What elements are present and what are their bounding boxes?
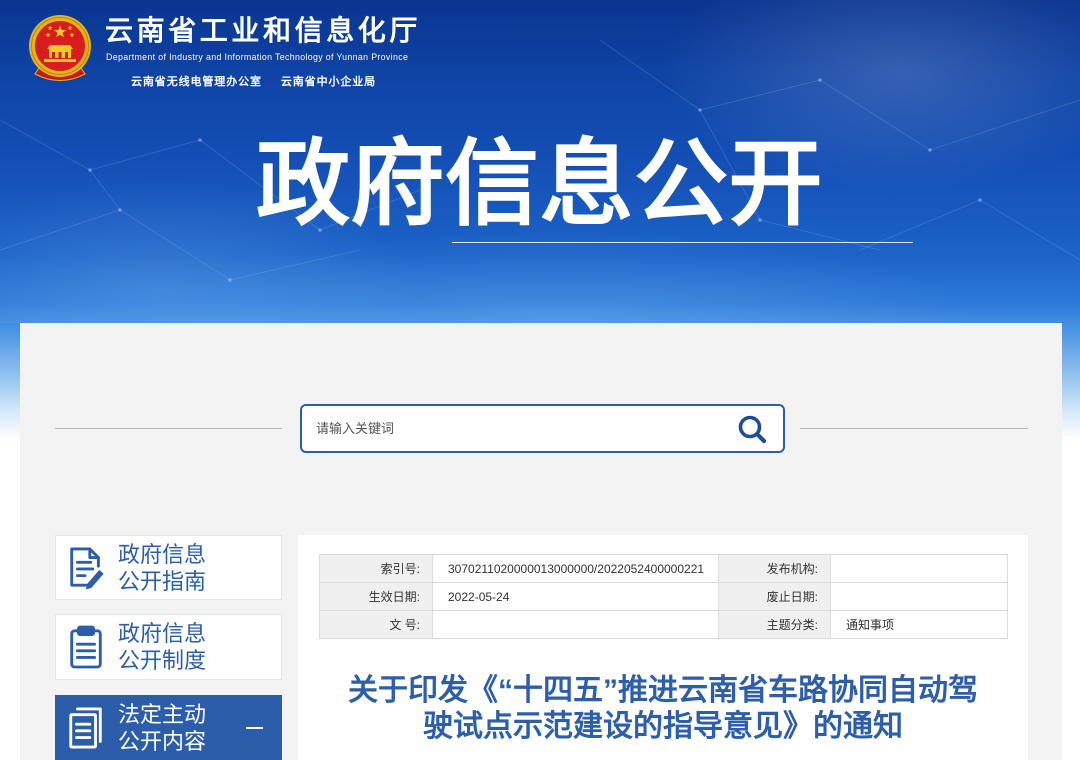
meta-value-index-number: 3070211020000013000000/2022052400000221 [432, 554, 719, 583]
sub-org-links: 云南省无线电管理办公室 云南省中小企业局 [131, 75, 376, 89]
page-banner-title: 政府信息公开 [256, 131, 824, 236]
article-meta-table: 索引号: 3070211020000013000000/202205240000… [319, 554, 1008, 639]
sidebar-item-label-line: 法定主动 [118, 701, 207, 727]
meta-value-publisher [830, 554, 1008, 583]
org-name-cn[interactable]: 云南省工业和信息化厅 [105, 15, 421, 47]
banner-title-underline [452, 242, 913, 243]
search-divider-left [55, 428, 282, 429]
meta-value-topic-category: 通知事项 [830, 610, 1008, 639]
meta-label-document-number: 文 号: [319, 610, 433, 639]
table-row: 生效日期: 2022-05-24 废止日期: [319, 582, 1008, 611]
sub-org-link-sme-bureau[interactable]: 云南省中小企业局 [281, 76, 376, 88]
meta-label-topic-category: 主题分类: [718, 610, 831, 639]
sidebar-item-disclosure-system[interactable]: 政府信息 公开制度 [55, 614, 282, 680]
sidebar-item-label-line: 公开制度 [118, 648, 207, 673]
search-icon[interactable] [737, 414, 767, 444]
meta-label-expiry-date: 废止日期: [718, 582, 831, 611]
search-divider-right [800, 428, 1028, 429]
collapse-minus-icon[interactable] [246, 727, 263, 729]
meta-value-effective-date: 2022-05-24 [432, 582, 719, 611]
article-title-line: 关于印发《“十四五”推进云南省车路协同自动驾 [348, 674, 978, 707]
sidebar-item-label: 法定主动 公开内容 [118, 701, 206, 755]
clipboard-icon [66, 624, 106, 670]
sidebar-item-statutory-content[interactable]: 法定主动 公开内容 [55, 695, 282, 760]
meta-label-effective-date: 生效日期: [319, 582, 433, 611]
org-name-en: Department of Industry and Information T… [106, 52, 409, 62]
article-title: 关于印发《“十四五”推进云南省车路协同自动驾 驶试点示范建设的指导意见》的通知 [323, 673, 1003, 745]
search-bar [300, 404, 785, 453]
sidebar-item-label-line: 公开内容 [118, 728, 207, 754]
sub-org-link-radio-office[interactable]: 云南省无线电管理办公室 [131, 76, 262, 88]
meta-label-publisher: 发布机构: [718, 554, 831, 583]
table-row: 文 号: 主题分类: 通知事项 [319, 610, 1008, 639]
meta-value-document-number [432, 610, 719, 639]
documents-icon [66, 705, 106, 751]
document-edit-icon [66, 545, 106, 591]
search-input[interactable] [302, 406, 722, 451]
sidebar-item-label-line: 政府信息 [118, 541, 207, 567]
table-row: 索引号: 3070211020000013000000/202205240000… [319, 554, 1008, 583]
sidebar-item-label-line: 公开指南 [118, 568, 207, 594]
national-emblem-icon[interactable] [27, 13, 93, 87]
meta-label-index-number: 索引号: [319, 554, 433, 583]
sidebar-item-disclosure-guide[interactable]: 政府信息 公开指南 [55, 535, 282, 600]
sidebar-item-label: 政府信息 公开指南 [118, 541, 206, 595]
meta-value-expiry-date [830, 582, 1008, 611]
sidebar-item-label: 政府信息 公开制度 [118, 620, 206, 674]
article-title-line: 驶试点示范建设的指导意见》的通知 [423, 710, 903, 743]
page: 云南省工业和信息化厅 Department of Industry and In… [0, 0, 1080, 760]
sidebar-item-label-line: 政府信息 [118, 621, 207, 646]
